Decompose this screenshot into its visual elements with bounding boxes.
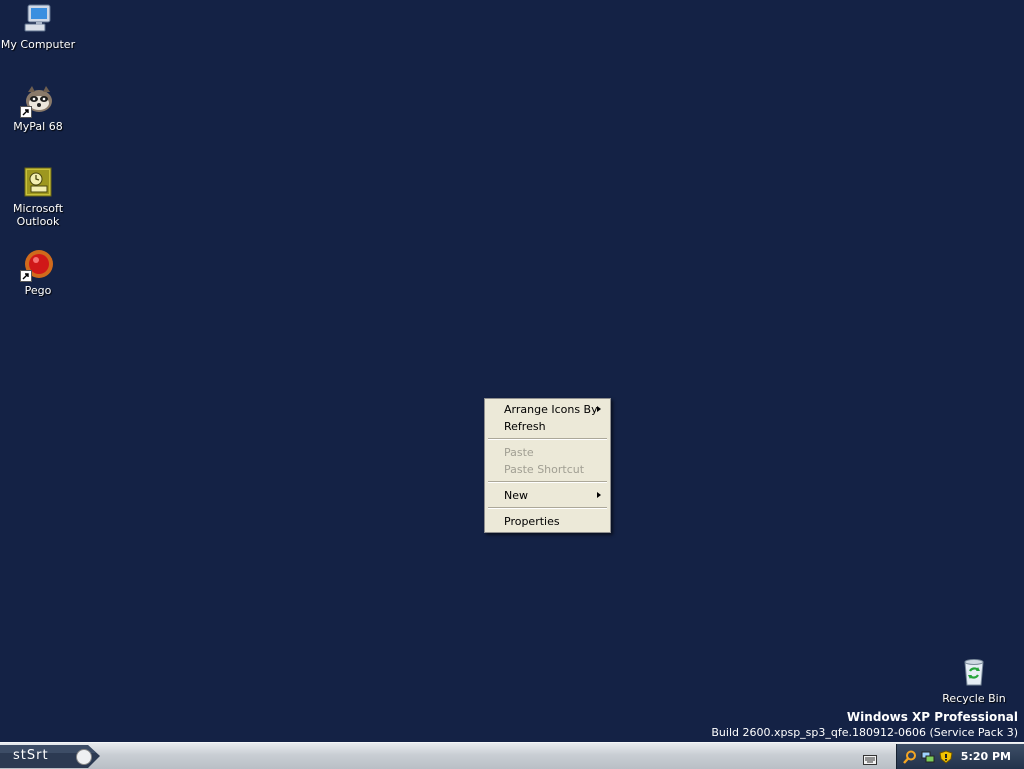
menu-item-refresh[interactable]: Refresh (487, 418, 608, 435)
search-icon[interactable] (903, 749, 917, 764)
start-orb-icon (76, 749, 92, 765)
submenu-arrow-icon (597, 492, 601, 498)
system-tray: 5:20 PM (896, 744, 1024, 769)
os-edition-watermark: Windows XP Professional (846, 710, 1018, 724)
os-build-watermark: Build 2600.xpsp_sp3_qfe.180912-0606 (Ser… (711, 726, 1018, 739)
shortcut-arrow-icon (20, 106, 32, 118)
menu-item-label: New (504, 489, 528, 502)
menu-item-label: Refresh (504, 420, 546, 433)
desktop-icon-label: Recycle Bin (942, 692, 1006, 705)
desktop-icon-pego[interactable]: Pego (0, 248, 76, 297)
menu-item-properties[interactable]: Properties (487, 513, 608, 530)
menu-item-new[interactable]: New (487, 487, 608, 504)
keyboard-icon[interactable] (863, 750, 877, 765)
desktop-icon-label: My Computer (0, 38, 76, 51)
mypal-icon (20, 84, 54, 118)
desktop-context-menu: Arrange Icons By Refresh Paste Paste Sho… (484, 398, 611, 533)
outlook-icon (22, 166, 54, 198)
desktop-icon-label: Pego (24, 284, 52, 297)
desktop-icon-mypal[interactable]: MyPal 68 (0, 84, 76, 133)
start-label: stSrt (13, 748, 49, 763)
pego-icon (20, 248, 54, 282)
desktop-icon-my-computer[interactable]: My Computer (0, 2, 76, 51)
menu-item-paste-shortcut[interactable]: Paste Shortcut (487, 461, 608, 478)
menu-item-arrange-icons-by[interactable]: Arrange Icons By (487, 401, 608, 418)
security-shield-icon[interactable] (939, 749, 953, 764)
desktop[interactable]: My Computer MyPal 68 Microsoft Outlook P… (0, 0, 1024, 742)
menu-item-label: Paste Shortcut (504, 463, 585, 476)
menu-item-label: Arrange Icons By (504, 403, 598, 416)
desktop-icon-label: Microsoft Outlook (12, 202, 64, 228)
desktop-icon-recycle-bin[interactable]: Recycle Bin (936, 656, 1012, 705)
menu-item-label: Properties (504, 515, 560, 528)
my-computer-icon (22, 2, 54, 34)
taskbar: stSrt 5:20 PM (0, 742, 1024, 769)
shortcut-arrow-icon (20, 270, 32, 282)
menu-separator (488, 507, 607, 509)
menu-separator (488, 481, 607, 483)
menu-item-label: Paste (504, 446, 534, 459)
network-icon[interactable] (921, 749, 935, 763)
menu-item-paste[interactable]: Paste (487, 444, 608, 461)
taskbar-clock[interactable]: 5:20 PM (961, 750, 1011, 763)
desktop-icon-label: MyPal 68 (13, 120, 63, 133)
recycle-bin-icon (958, 656, 990, 688)
submenu-arrow-icon (597, 406, 601, 412)
menu-separator (488, 438, 607, 440)
start-button[interactable]: stSrt (0, 744, 100, 768)
desktop-icon-outlook[interactable]: Microsoft Outlook (0, 166, 76, 228)
